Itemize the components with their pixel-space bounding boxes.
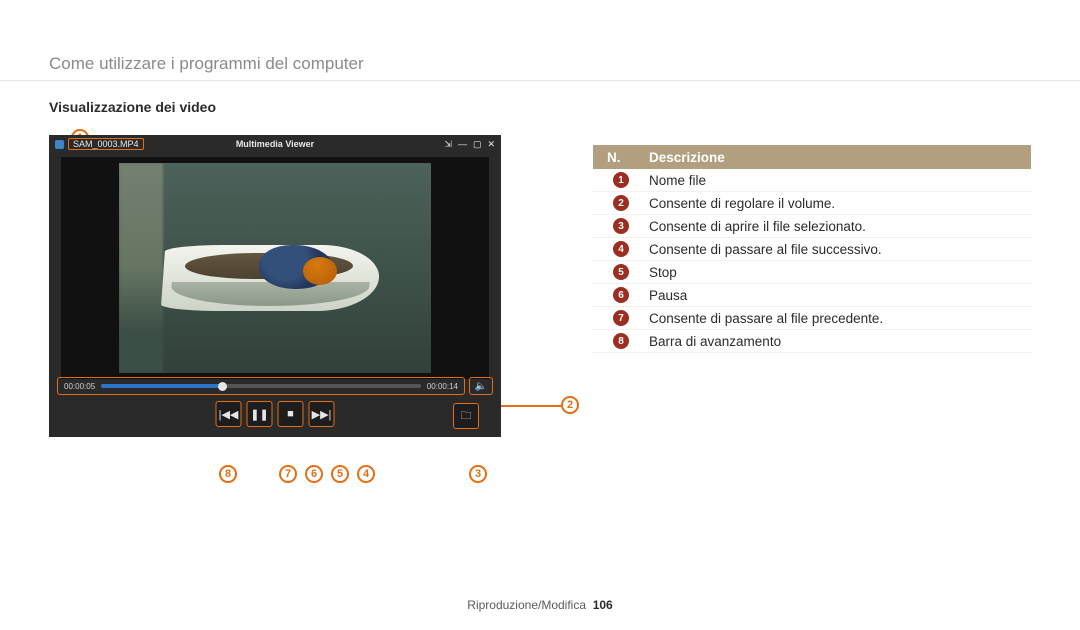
table-row: 4 Consente di passare al file successivo. [593,238,1031,261]
table-row: 8 Barra di avanzamento [593,330,1031,353]
progress-bar[interactable]: 00:00:05 00:00:14 [57,377,465,395]
callout-4: 4 [357,465,375,483]
table-row: 1 Nome file [593,169,1031,192]
table-row: 6 Pausa [593,284,1031,307]
chapter-title: Come utilizzare i programmi del computer [0,0,1080,81]
seek-knob[interactable] [218,382,227,391]
row-desc: Consente di regolare il volume. [649,196,1031,211]
table-row: 5 Stop [593,261,1031,284]
table-row: 2 Consente di regolare il volume. [593,192,1031,215]
volume-control[interactable]: 🔈 [469,377,493,395]
callout-8: 8 [219,465,237,483]
table-header: N. Descrizione [593,145,1031,169]
next-button[interactable]: ▶▶| [309,401,335,427]
player-figure: 1 Multimedia Viewer SAM_0003.MP4 ⇲ — ▢ ✕ [49,135,501,437]
time-total: 00:00:14 [427,382,458,391]
volume-icon: 🔈 [475,381,487,392]
row-badge: 2 [613,195,629,211]
callout-5: 5 [331,465,349,483]
row-badge: 8 [613,333,629,349]
row-badge: 7 [613,310,629,326]
callout-7: 7 [279,465,297,483]
stop-button[interactable]: ■ [278,401,304,427]
video-frame [119,163,431,373]
row-badge: 4 [613,241,629,257]
app-title: Multimedia Viewer [49,139,501,149]
section-heading: Visualizzazione dei video [49,99,501,115]
row-desc: Consente di aprire il file selezionato. [649,219,1031,234]
row-badge: 6 [613,287,629,303]
callout-2: 2 [561,396,579,414]
callout-3: 3 [469,465,487,483]
row-desc: Pausa [649,288,1031,303]
header-number: N. [593,150,649,165]
row-badge: 3 [613,218,629,234]
row-badge: 1 [613,172,629,188]
row-desc: Stop [649,265,1031,280]
description-table: N. Descrizione 1 Nome file 2 Consente di r… [593,145,1031,353]
video-area [61,157,489,379]
prev-button[interactable]: |◀◀ [216,401,242,427]
row-desc: Barra di avanzamento [649,334,1031,349]
time-current: 00:00:05 [64,382,95,391]
media-player-window: Multimedia Viewer SAM_0003.MP4 ⇲ — ▢ ✕ [49,135,501,437]
page-footer: Riproduzione/Modifica 106 [0,598,1080,612]
page-number: 106 [593,598,613,612]
callout-6: 6 [305,465,323,483]
seek-track[interactable] [101,384,421,388]
table-row: 7 Consente di passare al file precedente. [593,307,1031,330]
footer-section: Riproduzione/Modifica [467,598,586,612]
table-row: 3 Consente di aprire il file selezionato. [593,215,1031,238]
header-description: Descrizione [649,150,1031,165]
pause-button[interactable]: ❚❚ [247,401,273,427]
row-desc: Consente di passare al file precedente. [649,311,1031,326]
row-badge: 5 [613,264,629,280]
titlebar: Multimedia Viewer SAM_0003.MP4 ⇲ — ▢ ✕ [49,135,501,153]
row-desc: Consente di passare al file successivo. [649,242,1031,257]
row-desc: Nome file [649,173,1031,188]
open-file-button[interactable]: 🗀 [453,403,479,429]
